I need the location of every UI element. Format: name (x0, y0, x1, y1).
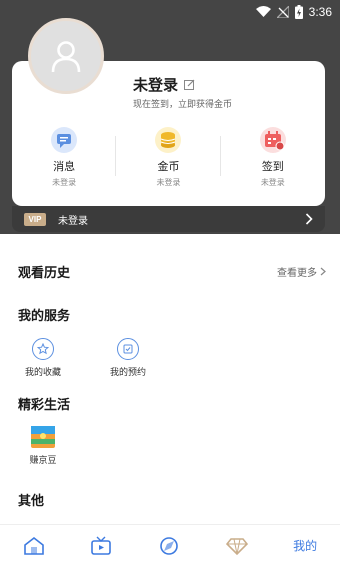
see-more-link[interactable]: 查看更多 (277, 264, 326, 279)
vip-badge: VIP (24, 212, 46, 226)
wifi-icon (255, 6, 271, 17)
stat-coins-sub: 未登录 (156, 178, 181, 187)
stat-checkin-label: 签到 (261, 160, 284, 173)
stat-checkin-sub: 未登录 (260, 178, 285, 187)
username-text: 未登录 (133, 77, 179, 94)
home-icon[interactable] (23, 536, 45, 556)
star-icon (32, 338, 54, 360)
reservation-icon (117, 338, 139, 360)
vip-diamond-icon[interactable] (225, 536, 248, 556)
reservations-label: 我的预约 (109, 368, 146, 378)
reservations-item[interactable]: 我的预约 (98, 338, 158, 378)
status-icons: 3:36 (255, 3, 332, 21)
watch-history-title: 观看历史 (18, 266, 71, 281)
no-signal-icon (276, 6, 289, 18)
message-icon (51, 127, 78, 153)
stat-coins-label: 金币 (157, 160, 180, 173)
stat-messages-sub: 未登录 (52, 178, 77, 187)
stat-coins[interactable]: 金币 未登录 (116, 126, 221, 188)
edit-icon[interactable] (184, 79, 195, 90)
services-title: 我的服务 (18, 309, 71, 324)
avatar[interactable] (28, 18, 104, 94)
coins-icon (155, 127, 182, 153)
stat-messages[interactable]: 消息 未登录 (12, 126, 117, 188)
signin-subtitle: 现在签到，立即获得金币 (133, 100, 233, 110)
life-title: 精彩生活 (18, 398, 71, 413)
favorites-label: 我的收藏 (24, 368, 61, 378)
see-more-label: 查看更多 (277, 268, 317, 279)
stats-row: 消息 未登录 金币 未登录 签到 未登录 (12, 126, 325, 188)
nav-mine-label[interactable]: 我的 (293, 537, 317, 554)
calendar-icon (259, 127, 286, 153)
username[interactable]: 未登录 (133, 74, 195, 95)
status-time: 3:36 (308, 5, 332, 19)
chevron-right-icon (320, 267, 326, 276)
tv-icon[interactable] (90, 536, 112, 556)
user-icon (51, 41, 81, 73)
explore-icon[interactable] (158, 536, 180, 556)
chevron-right-icon (305, 213, 313, 225)
beans-icon (31, 426, 55, 448)
earn-beans-label: 赚京豆 (29, 456, 57, 466)
battery-charging-icon (294, 5, 303, 19)
stat-messages-label: 消息 (53, 160, 76, 173)
earn-beans-item[interactable]: 赚京豆 (13, 426, 73, 466)
vip-bar[interactable]: VIP 未登录 (12, 206, 325, 232)
stat-checkin[interactable]: 签到 未登录 (221, 126, 325, 188)
bottom-nav: 我的 (0, 524, 340, 566)
other-title: 其他 (18, 494, 45, 509)
favorites-item[interactable]: 我的收藏 (13, 338, 73, 378)
vip-status: 未登录 (58, 215, 88, 227)
